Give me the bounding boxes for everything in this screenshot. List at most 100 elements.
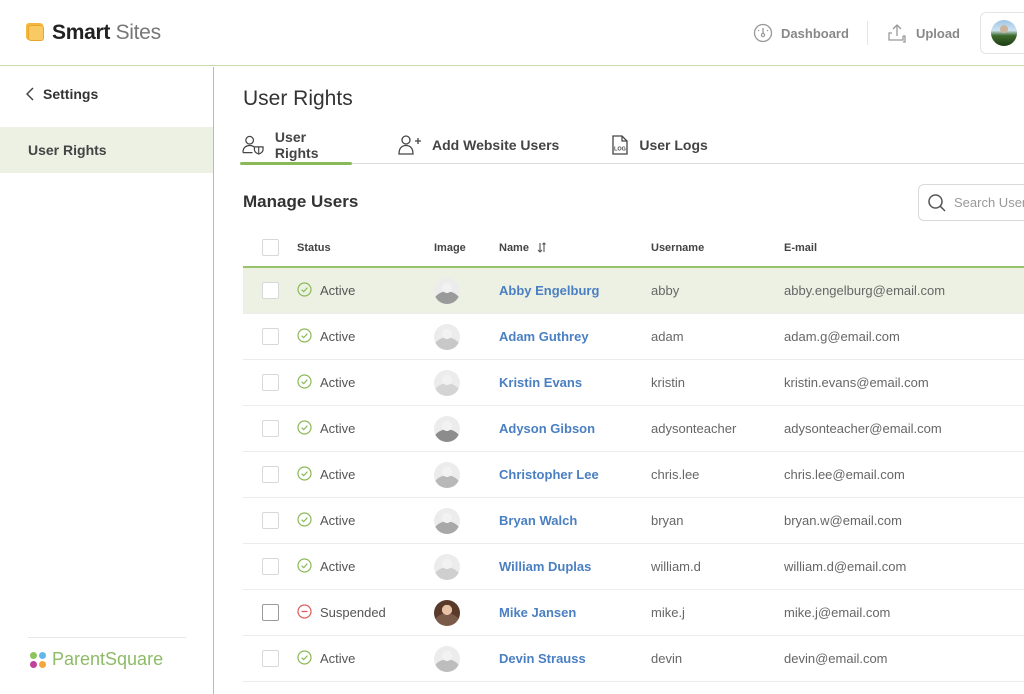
sidebar-footer-divider — [28, 637, 186, 638]
active-check-icon — [297, 465, 312, 484]
row-checkbox[interactable] — [262, 558, 279, 575]
table-row[interactable]: Active Devin Strauss devin devin@email.c… — [243, 636, 1024, 682]
email-text: abby.engelburg@email.com — [784, 283, 946, 298]
image-cell — [434, 452, 460, 497]
status-cell: Active — [297, 314, 355, 359]
table-row[interactable]: Suspended Mike Jansen mike.j mike.j@emai… — [243, 590, 1024, 636]
user-add-icon — [398, 135, 421, 155]
username-text: adam — [651, 329, 684, 344]
row-checkbox[interactable] — [262, 650, 279, 667]
username-text: adysonteacher — [651, 421, 737, 436]
page-title: User Rights — [243, 87, 353, 110]
image-cell — [434, 636, 460, 681]
top-bar: Smart Sites Dashboard Upload — [0, 0, 1024, 66]
section-title: Manage Users — [243, 192, 359, 211]
row-checkbox[interactable] — [262, 374, 279, 391]
row-checkbox[interactable] — [262, 466, 279, 483]
tab-add-website-users[interactable]: Add Website Users — [396, 127, 561, 163]
select-all-checkbox[interactable] — [262, 239, 279, 256]
user-photo — [434, 461, 460, 488]
row-checkbox[interactable] — [262, 604, 279, 621]
status-text: Active — [320, 375, 356, 390]
image-cell — [434, 498, 460, 543]
image-cell — [434, 406, 460, 451]
active-check-icon — [297, 511, 312, 530]
table-row[interactable]: Active Abby Engelburg abby abby.engelbur… — [243, 268, 1024, 314]
table-row[interactable]: Active Christopher Lee chris.lee chris.l… — [243, 452, 1024, 498]
status-text: Active — [320, 421, 356, 436]
status-text: Active — [320, 283, 356, 298]
status-text: Active — [320, 467, 356, 482]
user-name-link[interactable]: Bryan Walch — [499, 513, 577, 528]
user-photo — [434, 645, 460, 672]
table-row[interactable]: Active Bryan Walch bryan bryan.w@email.c… — [243, 498, 1024, 544]
status-text: Suspended — [320, 605, 386, 620]
user-name-link[interactable]: Mike Jansen — [499, 605, 576, 620]
email-text: adysonteacher@email.com — [784, 421, 942, 436]
table-body: Active Abby Engelburg abby abby.engelbur… — [243, 268, 1024, 682]
sort-icon[interactable] — [537, 242, 547, 253]
status-text: Active — [320, 651, 356, 666]
tab-user-rights[interactable]: User Rights — [240, 127, 352, 165]
email-text: mike.j@email.com — [784, 605, 891, 620]
dashboard-button[interactable]: Dashboard — [753, 23, 849, 43]
sidebar: Settings User Rights ParentSquare — [0, 67, 214, 694]
table-row[interactable]: Active William Duplas william.d william.… — [243, 544, 1024, 590]
user-name-link[interactable]: Adam Guthrey — [499, 329, 589, 344]
email-text: kristin.evans@email.com — [784, 375, 929, 390]
suspended-minus-icon — [297, 603, 312, 622]
user-name-link[interactable]: Adyson Gibson — [499, 421, 595, 436]
settings-back-link[interactable]: Settings — [26, 86, 98, 102]
active-check-icon — [297, 281, 312, 300]
image-cell — [434, 544, 460, 589]
row-checkbox[interactable] — [262, 420, 279, 437]
email-text: william.d@email.com — [784, 559, 907, 574]
user-avatar-button[interactable] — [980, 12, 1024, 54]
status-cell: Active — [297, 636, 355, 681]
tab-user-logs[interactable]: LOG User Logs — [609, 127, 709, 163]
active-check-icon — [297, 373, 312, 392]
upload-button[interactable]: Upload — [886, 22, 960, 44]
username-text: abby — [651, 283, 680, 298]
table-row[interactable]: Active Adam Guthrey adam adam.g@email.co… — [243, 314, 1024, 360]
user-name-link[interactable]: Kristin Evans — [499, 375, 582, 390]
column-header-name[interactable]: Name — [499, 229, 547, 266]
email-text: devin@email.com — [784, 651, 888, 666]
table-row[interactable]: Active Kristin Evans kristin kristin.eva… — [243, 360, 1024, 406]
column-header-image: Image — [434, 241, 466, 254]
parentsquare-logo[interactable]: ParentSquare — [30, 649, 163, 670]
column-header-status[interactable]: Status — [297, 229, 331, 266]
user-name-link[interactable]: Abby Engelburg — [499, 283, 599, 298]
svg-text:LOG: LOG — [614, 147, 626, 153]
search-input[interactable] — [954, 195, 1024, 210]
main-content: User Rights User Rights Add Website User… — [215, 67, 1024, 694]
table-row[interactable]: Active Adyson Gibson adysonteacher adyso… — [243, 406, 1024, 452]
email-text: bryan.w@email.com — [784, 513, 902, 528]
users-table: Status Image Name Username E-mail Active… — [243, 229, 1024, 682]
column-header-username[interactable]: Username — [651, 229, 704, 266]
parentsquare-logo-icon — [30, 651, 46, 668]
status-cell: Active — [297, 268, 355, 313]
user-name-link[interactable]: Christopher Lee — [499, 467, 599, 482]
status-cell: Active — [297, 452, 355, 497]
row-checkbox[interactable] — [262, 328, 279, 345]
image-cell — [434, 268, 460, 313]
username-text: kristin — [651, 375, 685, 390]
row-checkbox[interactable] — [262, 512, 279, 529]
status-cell: Active — [297, 360, 355, 405]
upload-icon — [888, 24, 906, 43]
smart-sites-logo[interactable]: Smart Sites — [26, 21, 161, 45]
user-name-link[interactable]: Devin Strauss — [499, 651, 586, 666]
active-check-icon — [297, 557, 312, 576]
column-header-email[interactable]: E-mail — [784, 229, 817, 266]
sidebar-item-user-rights[interactable]: User Rights — [0, 127, 213, 173]
user-photo — [434, 553, 460, 580]
status-text: Active — [320, 559, 356, 574]
user-name-link[interactable]: William Duplas — [499, 559, 591, 574]
dashboard-gauge-icon — [753, 23, 773, 43]
image-cell — [434, 590, 460, 635]
search-box[interactable] — [918, 184, 1024, 221]
user-photo — [434, 599, 460, 626]
brand-name: Smart Sites — [52, 21, 161, 44]
row-checkbox[interactable] — [262, 282, 279, 299]
